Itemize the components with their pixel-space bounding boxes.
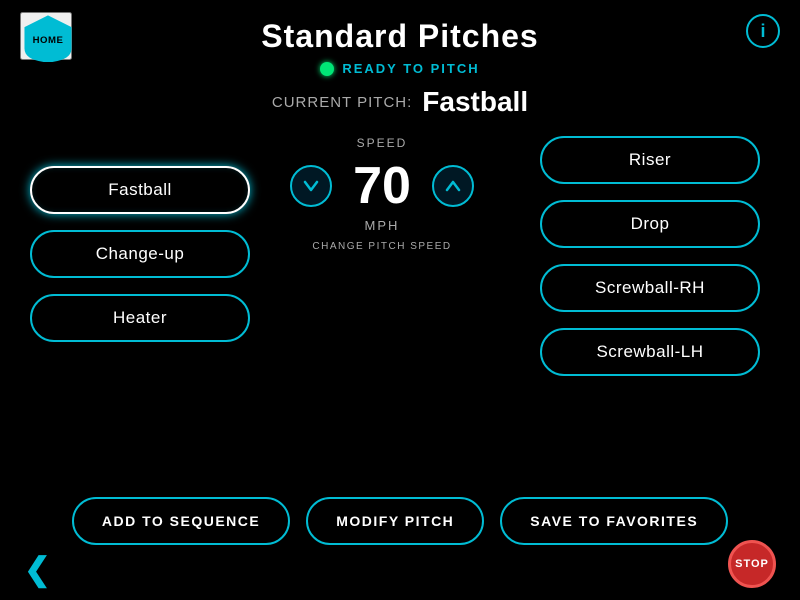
left-pitch-list: Fastball Change-up Heater — [30, 136, 290, 376]
back-icon: ❮ — [24, 551, 51, 587]
bottom-action-bar: ADD TO SEQUENCE MODIFY PITCH SAVE TO FAV… — [0, 497, 800, 545]
save-to-favorites-button[interactable]: SAVE TO FAVORITES — [500, 497, 728, 545]
ready-text: READY TO PITCH — [342, 61, 479, 76]
home-button[interactable]: HOME — [20, 12, 72, 60]
status-bar: READY TO PITCH — [0, 61, 800, 76]
current-pitch-bar: CURRENT PITCH: Fastball — [0, 86, 800, 118]
stop-button[interactable]: STOP — [728, 540, 776, 588]
pitch-btn-screwball-rh[interactable]: Screwball-RH — [540, 264, 760, 312]
pitch-btn-riser[interactable]: Riser — [540, 136, 760, 184]
speed-increase-button[interactable] — [432, 165, 474, 207]
speed-label: SPEED — [357, 136, 408, 150]
info-button[interactable]: i — [746, 14, 780, 48]
current-pitch-name: Fastball — [422, 86, 528, 118]
pitch-btn-drop[interactable]: Drop — [540, 200, 760, 248]
add-sequence-label: ADD TO SEQUENCE — [102, 513, 260, 529]
ready-indicator — [320, 62, 334, 76]
stop-label: STOP — [735, 558, 769, 570]
pitch-label-riser: Riser — [629, 150, 671, 169]
speed-decrease-button[interactable] — [290, 165, 332, 207]
pitch-label-drop: Drop — [631, 214, 670, 233]
info-icon: i — [760, 21, 765, 42]
right-pitch-list: Riser Drop Screwball-RH Screwball-LH — [474, 136, 770, 376]
page-title: Standard Pitches — [261, 18, 538, 55]
speed-controls-row: 70 — [290, 160, 474, 212]
header: HOME Standard Pitches i — [0, 0, 800, 55]
back-button[interactable]: ❮ — [24, 550, 51, 588]
add-to-sequence-button[interactable]: ADD TO SEQUENCE — [72, 497, 290, 545]
home-label: HOME — [33, 35, 64, 46]
pitch-label-changeup: Change-up — [96, 244, 185, 263]
modify-pitch-button[interactable]: MODIFY PITCH — [306, 497, 484, 545]
current-pitch-label: CURRENT PITCH: — [272, 94, 412, 111]
pitch-btn-screwball-lh[interactable]: Screwball-LH — [540, 328, 760, 376]
pitch-btn-heater[interactable]: Heater — [30, 294, 250, 342]
pitch-btn-changeup[interactable]: Change-up — [30, 230, 250, 278]
save-favorites-label: SAVE TO FAVORITES — [530, 513, 698, 529]
pitch-label-heater: Heater — [113, 308, 167, 327]
pitch-btn-fastball[interactable]: Fastball — [30, 166, 250, 214]
modify-pitch-label: MODIFY PITCH — [336, 513, 454, 529]
speed-unit: MPH — [365, 218, 400, 233]
speed-value: 70 — [342, 160, 422, 212]
pitch-label-screwball-lh: Screwball-LH — [596, 342, 703, 361]
main-content: Fastball Change-up Heater SPEED 70 MPH — [0, 136, 800, 376]
pitch-label-fastball: Fastball — [108, 180, 172, 199]
speed-control: SPEED 70 MPH CHANGE PITCH SPEED — [290, 136, 474, 376]
pitch-label-screwball-rh: Screwball-RH — [595, 278, 705, 297]
change-pitch-speed-label: CHANGE PITCH SPEED — [312, 241, 451, 252]
